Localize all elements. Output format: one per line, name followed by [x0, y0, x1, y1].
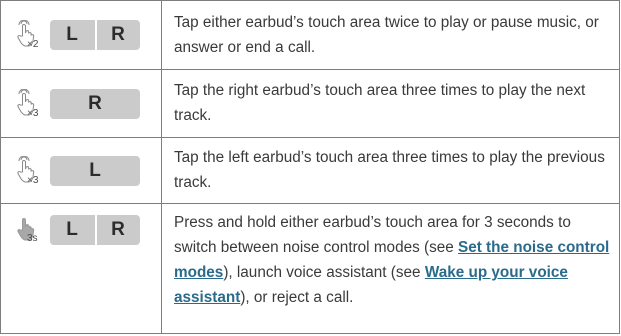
hold-duration-label: 3s [27, 233, 38, 244]
gesture-icon-cell: ×3 R [1, 70, 162, 137]
tap-count-label: ×3 [27, 108, 39, 119]
left-earbud-button: L [50, 156, 140, 186]
gesture-description: Press and hold either earbud’s touch are… [174, 210, 611, 310]
table-row: ×3 R Tap the right earbud’s touch area t… [1, 69, 619, 137]
description-text: ), or reject a call. [240, 289, 354, 306]
tap-count-label: ×2 [27, 39, 39, 50]
right-earbud-label: R [88, 93, 102, 114]
right-earbud-button: R [50, 89, 140, 119]
tap-count-label: ×3 [27, 175, 39, 186]
table-row: 3s L R Press and hold either earbud’s to… [1, 203, 619, 334]
gesture-icon-cell: 3s L R [1, 204, 162, 334]
left-earbud-label: L [66, 219, 78, 240]
right-earbud-label: R [111, 24, 125, 45]
gesture-description: Tap the right earbud’s touch area three … [174, 82, 586, 124]
left-earbud-label: L [66, 24, 78, 45]
table-row: ×3 L Tap the left earbud’s touch area th… [1, 137, 619, 203]
left-earbud-label: L [89, 160, 101, 181]
description-text: ), launch voice assistant (see [223, 264, 425, 281]
earbud-buttons: L R [50, 215, 140, 245]
right-earbud-label: R [111, 219, 125, 240]
gesture-description: Tap the left earbud’s touch area three t… [174, 149, 605, 191]
gesture-icon-cell: ×2 L R [1, 1, 162, 69]
gesture-table: ×2 L R Tap either earbud’s touch area tw… [0, 0, 620, 334]
gesture-icon-cell: ×3 L [1, 138, 162, 203]
earbud-buttons: L R [50, 20, 140, 50]
gesture-description: Tap either earbud’s touch area twice to … [174, 14, 599, 56]
table-row: ×2 L R Tap either earbud’s touch area tw… [1, 1, 619, 69]
